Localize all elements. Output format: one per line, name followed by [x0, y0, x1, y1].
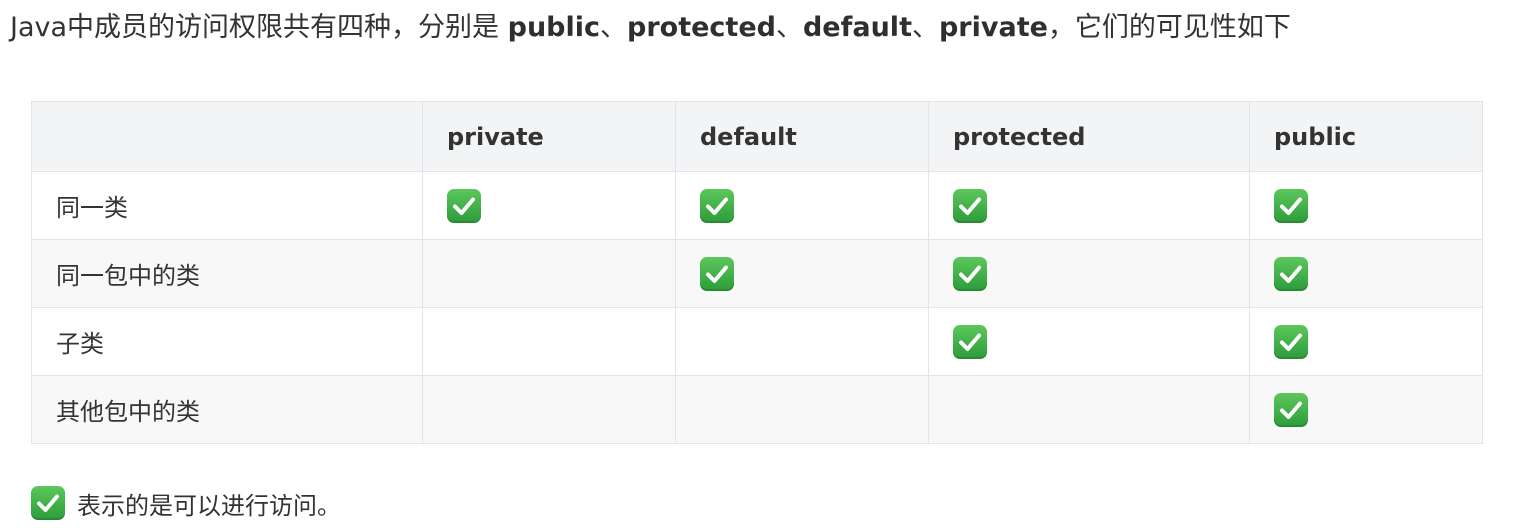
access-cell-public — [1249, 375, 1483, 444]
access-cell-public — [1249, 307, 1483, 376]
access-modifier-table: private default protected public 同一类 同一包中… — [31, 101, 1483, 444]
table-body: 同一类 同一包中的类 子类 其他包中的类 — [31, 171, 1483, 444]
intro-keyword-default: default — [802, 12, 912, 43]
table-row: 其他包中的类 — [31, 375, 1483, 444]
row-label-cell: 同一包中的类 — [31, 239, 423, 308]
row-label-cell: 子类 — [31, 307, 423, 376]
row-label-cell: 同一类 — [31, 171, 423, 240]
access-cell-public — [1249, 239, 1483, 308]
access-cell-default — [675, 307, 929, 376]
legend-text: 表示的是可以进行访问。 — [77, 491, 341, 520]
check-mark-icon — [447, 188, 481, 223]
check-mark-icon — [953, 188, 987, 223]
header-cell-protected: protected — [928, 101, 1250, 172]
check-mark-icon — [700, 188, 734, 223]
table-header-row: private default protected public — [31, 101, 1483, 172]
access-cell-protected — [928, 239, 1250, 308]
header-cell-public: public — [1249, 101, 1483, 172]
access-cell-private — [422, 307, 676, 376]
intro-separator: 、 — [911, 12, 939, 43]
access-cell-private — [422, 171, 676, 240]
intro-keyword-public: public — [507, 12, 601, 43]
check-mark-icon — [1274, 256, 1308, 291]
access-cell-default — [675, 239, 929, 308]
header-cell-private: private — [422, 101, 676, 172]
check-mark-icon — [31, 486, 65, 520]
access-cell-private — [422, 375, 676, 444]
check-mark-icon — [1274, 188, 1308, 223]
check-mark-icon — [700, 256, 734, 291]
intro-separator: 、 — [775, 12, 803, 43]
header-cell-default: default — [675, 101, 929, 172]
intro-keyword-private: private — [938, 12, 1048, 43]
intro-separator: 、 — [600, 12, 628, 43]
intro-prefix: Java中成员的访问权限共有四种，分别是 — [10, 12, 508, 43]
header-cell-empty — [31, 101, 423, 172]
row-label-cell: 其他包中的类 — [31, 375, 423, 444]
access-cell-protected — [928, 307, 1250, 376]
table-row: 同一类 — [31, 171, 1483, 240]
legend: 表示的是可以进行访问。 — [31, 483, 341, 523]
intro-suffix: ，它们的可见性如下 — [1047, 12, 1291, 43]
check-mark-icon — [953, 324, 987, 359]
table-row: 同一包中的类 — [31, 239, 1483, 308]
check-mark-icon — [953, 256, 987, 291]
access-cell-default — [675, 375, 929, 444]
intro-paragraph: Java中成员的访问权限共有四种，分别是 public、protected、de… — [10, 6, 1510, 50]
check-mark-icon — [1274, 324, 1308, 359]
access-cell-public — [1249, 171, 1483, 240]
table-row: 子类 — [31, 307, 1483, 376]
access-cell-private — [422, 239, 676, 308]
access-cell-protected — [928, 375, 1250, 444]
intro-keyword-protected: protected — [627, 12, 776, 43]
access-cell-default — [675, 171, 929, 240]
access-cell-protected — [928, 171, 1250, 240]
check-mark-icon — [1274, 392, 1308, 427]
